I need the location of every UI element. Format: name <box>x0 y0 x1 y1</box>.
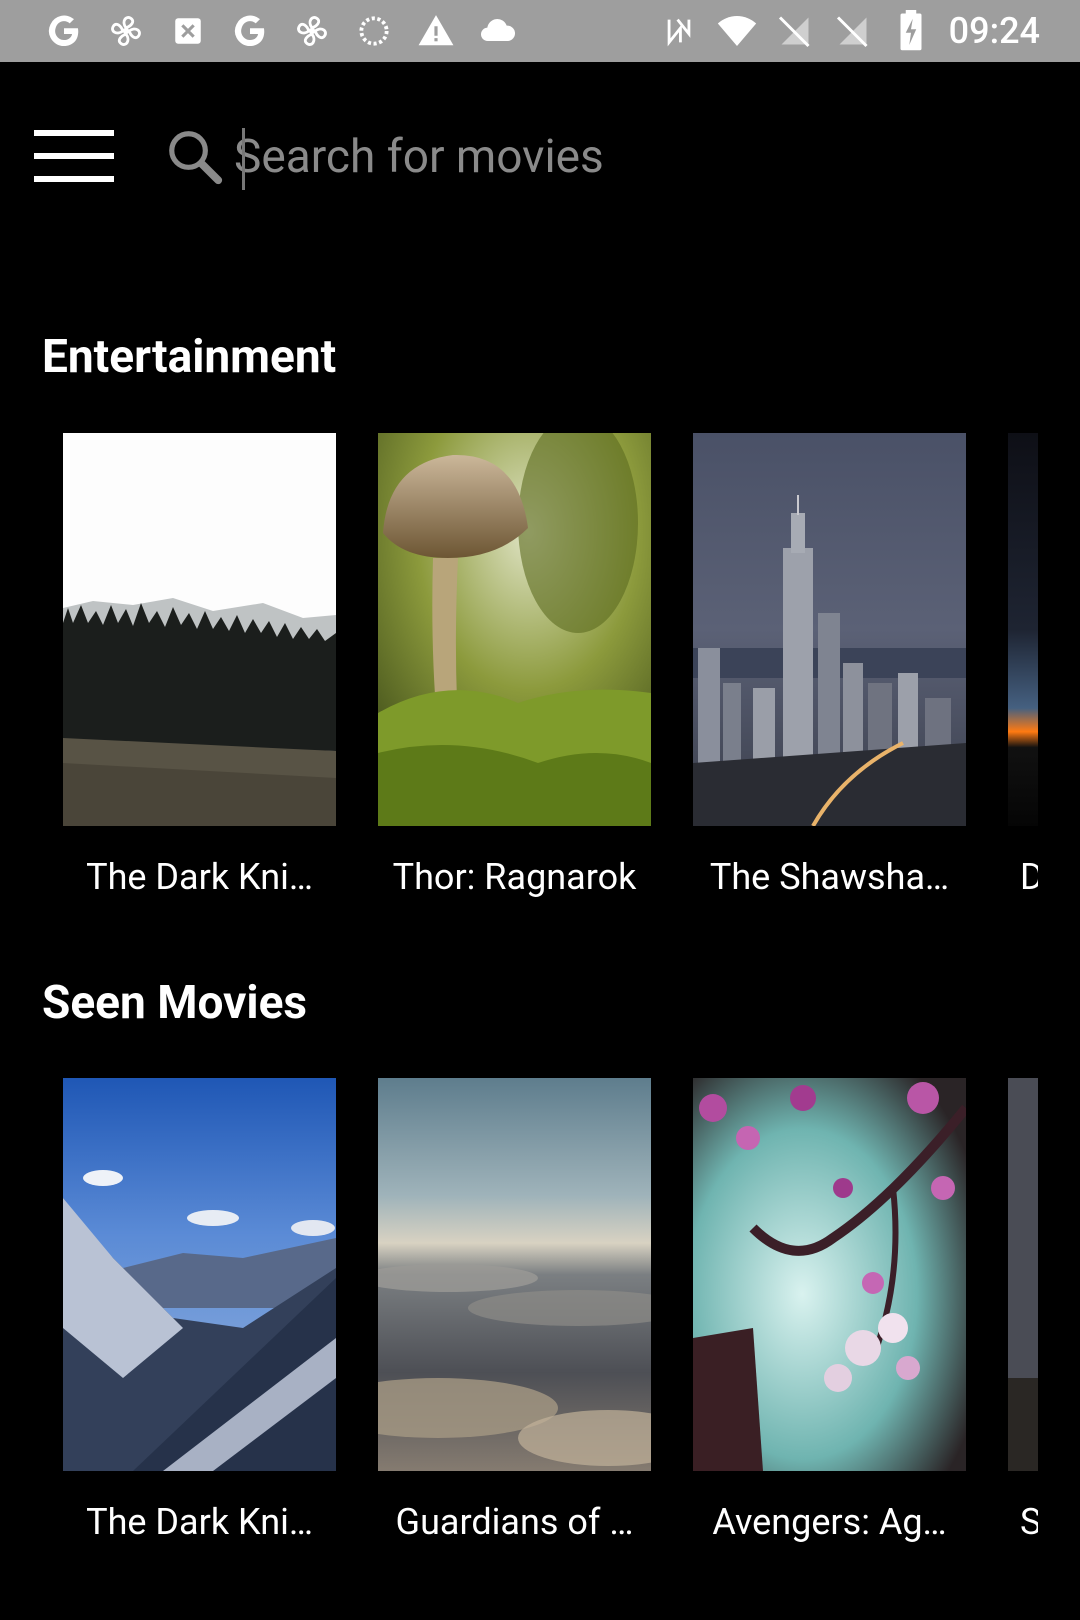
movie-title: Avengers: Ag… <box>712 1501 947 1543</box>
movie-title: The Dark Kni… <box>86 856 313 898</box>
movie-title: The Shawsha… <box>709 856 950 898</box>
movie-row-entertainment[interactable]: The Dark Kni… Thor: Ragnarok The Shawsha… <box>0 433 1080 953</box>
movie-row-seen-movies[interactable]: The Dark Kni… Guardians of … Avengers: A… <box>0 1078 1080 1598</box>
movie-card[interactable]: Thor: Ragnarok <box>378 433 651 898</box>
movie-title: The Dark Kni… <box>86 1501 313 1543</box>
movie-card[interactable]: The Dark Kni… <box>63 433 336 898</box>
row-edge-mask <box>1038 433 1080 953</box>
section-title-entertainment: Entertainment <box>42 330 337 384</box>
movie-poster <box>693 1078 966 1471</box>
menu-button[interactable] <box>22 116 126 196</box>
status-bar: 09:24 <box>0 0 1080 62</box>
no-sim-icon <box>775 11 815 51</box>
movie-card[interactable]: Guardians of … <box>378 1078 651 1543</box>
image-icon <box>168 11 208 51</box>
sync-icon <box>354 11 394 51</box>
text-cursor <box>242 128 245 190</box>
search-bar[interactable] <box>160 112 1040 202</box>
section-title-seen-movies: Seen Movies <box>42 976 308 1030</box>
fan-icon <box>292 11 332 51</box>
warning-icon <box>416 11 456 51</box>
google-icon <box>44 11 84 51</box>
movie-poster <box>378 1078 651 1471</box>
movie-poster <box>378 433 651 826</box>
movie-title: Thor: Ragnarok <box>392 856 637 898</box>
cloud-icon <box>478 11 518 51</box>
nfc-icon <box>659 11 699 51</box>
hamburger-menu-icon <box>34 130 114 182</box>
movie-poster <box>693 433 966 826</box>
battery-charging-icon <box>891 10 931 51</box>
search-icon <box>160 122 230 192</box>
movie-card[interactable]: The Shawsha… <box>693 433 966 898</box>
row-edge-mask <box>1038 1078 1080 1598</box>
movie-card[interactable]: The Dark Kni… <box>63 1078 336 1543</box>
search-input[interactable] <box>230 117 1010 197</box>
clock: 09:24 <box>948 10 1040 52</box>
fan-icon <box>106 11 146 51</box>
movie-title: Guardians of … <box>395 1501 634 1543</box>
movie-card[interactable]: Avengers: Ag… <box>693 1078 966 1543</box>
movie-poster <box>63 433 336 826</box>
google-icon <box>230 11 270 51</box>
no-sim-icon <box>833 11 873 51</box>
app-bar <box>0 62 1080 252</box>
movie-poster <box>63 1078 336 1471</box>
wifi-icon <box>717 11 757 51</box>
